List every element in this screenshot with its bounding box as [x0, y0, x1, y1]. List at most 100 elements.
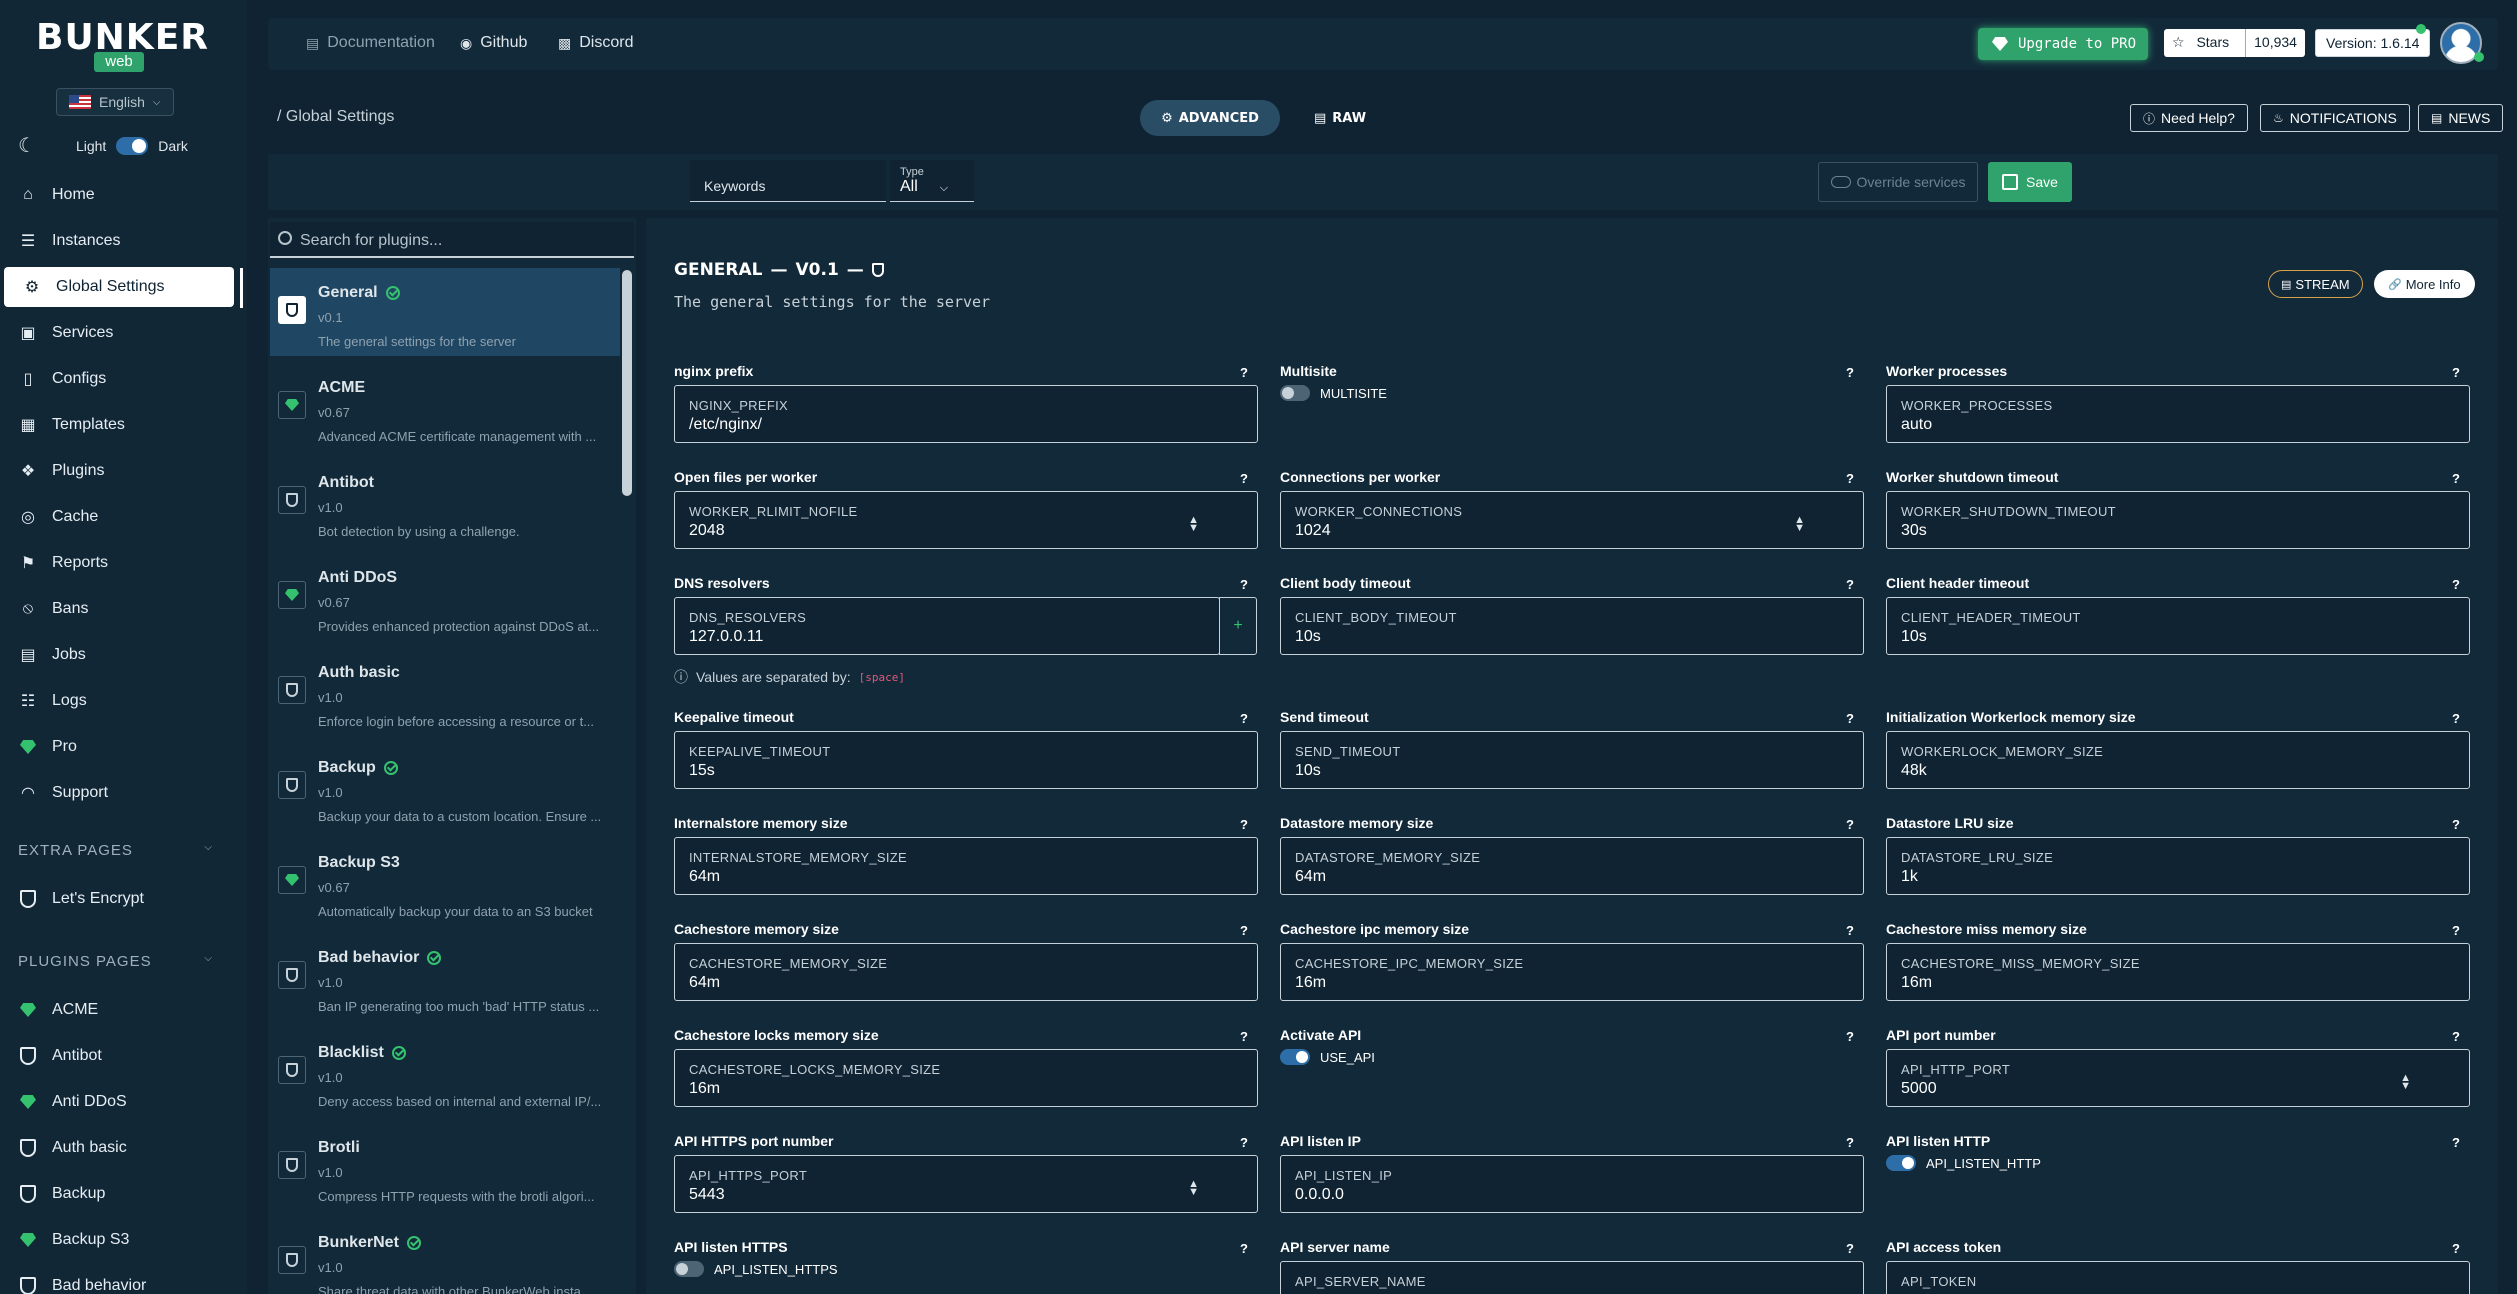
- plugin-list-item[interactable]: Antibot v1.0 Bot detection by using a chal…: [270, 458, 620, 546]
- help-icon[interactable]: ?: [2452, 1029, 2460, 1044]
- sidebar-item-anti-ddos[interactable]: Anti DDoS: [0, 1082, 230, 1122]
- plugins-pages-heading[interactable]: PLUGINS PAGES ⌵: [18, 953, 213, 970]
- datastore-lru-size-input[interactable]: DATASTORE_LRU_SIZE 1k: [1886, 837, 2470, 895]
- help-icon[interactable]: ?: [1240, 1029, 1248, 1044]
- api-listen-https-checkbox[interactable]: API_LISTEN_HTTPS: [674, 1261, 838, 1277]
- sidebar-item-plugins[interactable]: ❖ Plugins: [0, 451, 230, 491]
- help-icon[interactable]: ?: [2452, 471, 2460, 486]
- toggle-switch[interactable]: [1280, 385, 1310, 401]
- upgrade-to-pro-button[interactable]: Upgrade to PRO: [1978, 28, 2148, 60]
- plugin-list-item[interactable]: Backup S3 v0.67 Automatically backup your …: [270, 838, 620, 926]
- help-icon[interactable]: ?: [1240, 711, 1248, 726]
- spinner-icon[interactable]: ▲ ▼: [2400, 1073, 2411, 1092]
- sidebar-item-reports[interactable]: ⚑ Reports: [0, 543, 230, 583]
- worker-rlimit-nofile-input[interactable]: WORKER_RLIMIT_NOFILE 2048 ▲ ▼: [674, 491, 1258, 549]
- toggle-switch[interactable]: [1886, 1155, 1916, 1171]
- api-https-port-input[interactable]: API_HTTPS_PORT 5443 ▲ ▼: [674, 1155, 1258, 1213]
- help-icon[interactable]: ?: [2452, 1135, 2460, 1150]
- version-badge[interactable]: Version: 1.6.14: [2315, 29, 2431, 57]
- help-icon[interactable]: ?: [2452, 365, 2460, 380]
- sidebar-item-bad-behavior[interactable]: Bad behavior: [0, 1266, 230, 1294]
- sidebar-item-logs[interactable]: ☷ Logs: [0, 681, 230, 721]
- add-value-button[interactable]: +: [1219, 597, 1257, 655]
- cachestore-memory-size-input[interactable]: CACHESTORE_MEMORY_SIZE 64m: [674, 943, 1258, 1001]
- github-stars-button[interactable]: ☆ Stars 10,934: [2164, 29, 2305, 57]
- cachestore-ipc-memory-size-input[interactable]: CACHESTORE_IPC_MEMORY_SIZE 16m: [1280, 943, 1864, 1001]
- help-icon[interactable]: ?: [1846, 711, 1854, 726]
- theme-toggle[interactable]: [116, 136, 149, 155]
- sidebar-item-cache[interactable]: ◎ Cache: [0, 497, 230, 537]
- plugin-list-item[interactable]: Auth basic v1.0 Enforce login before acces…: [270, 648, 620, 736]
- dns-resolvers-input[interactable]: DNS_RESOLVERS 127.0.0.11 +: [674, 597, 1257, 655]
- worker-processes-input[interactable]: WORKER_PROCESSES auto: [1886, 385, 2470, 443]
- sidebar-item-backup-s3[interactable]: Backup S3: [0, 1220, 230, 1260]
- help-icon[interactable]: ?: [2452, 1241, 2460, 1256]
- plugin-list-item[interactable]: Anti DDoS v0.67 Provides enhanced protecti…: [270, 553, 620, 641]
- bunkerweb-logo[interactable]: BUNKER web: [36, 18, 208, 72]
- help-icon[interactable]: ?: [1240, 471, 1248, 486]
- spinner-icon[interactable]: ▲ ▼: [1188, 1179, 1199, 1198]
- breadcrumb[interactable]: / Global Settings: [277, 108, 394, 126]
- help-icon[interactable]: ?: [1240, 365, 1248, 380]
- datastore-memory-size-input[interactable]: DATASTORE_MEMORY_SIZE 64m: [1280, 837, 1864, 895]
- advanced-mode-button[interactable]: ⚙ ADVANCED: [1140, 100, 1280, 136]
- api-http-port-input[interactable]: API_HTTP_PORT 5000 ▲ ▼: [1886, 1049, 2470, 1107]
- documentation-link[interactable]: ▤ Documentation: [306, 34, 435, 52]
- worker-connections-input[interactable]: WORKER_CONNECTIONS 1024 ▲ ▼: [1280, 491, 1864, 549]
- sidebar-item-instances[interactable]: ☰ Instances: [0, 221, 230, 261]
- raw-mode-button[interactable]: ▤ RAW: [1300, 100, 1380, 136]
- workerlock-memory-size-input[interactable]: WORKERLOCK_MEMORY_SIZE 48k: [1886, 731, 2470, 789]
- cachestore-miss-memory-size-input[interactable]: CACHESTORE_MISS_MEMORY_SIZE 16m: [1886, 943, 2470, 1001]
- help-icon[interactable]: ?: [1846, 1241, 1854, 1256]
- internalstore-memory-size-input[interactable]: INTERNALSTORE_MEMORY_SIZE 64m: [674, 837, 1258, 895]
- sidebar-item-jobs[interactable]: ▤ Jobs: [0, 635, 230, 675]
- help-icon[interactable]: ?: [1240, 1241, 1248, 1256]
- sidebar-item-antibot[interactable]: Antibot: [0, 1036, 230, 1076]
- stream-badge[interactable]: ▤ STREAM: [2268, 270, 2363, 298]
- help-icon[interactable]: ?: [1846, 923, 1854, 938]
- worker-shutdown-timeout-input[interactable]: WORKER_SHUTDOWN_TIMEOUT 30s: [1886, 491, 2470, 549]
- help-icon[interactable]: ?: [1846, 471, 1854, 486]
- api-server-name-input[interactable]: API_SERVER_NAME: [1280, 1261, 1864, 1294]
- plugin-list-item[interactable]: General v0.1 The general settings for the …: [270, 268, 620, 356]
- send-timeout-input[interactable]: SEND_TIMEOUT 10s: [1280, 731, 1864, 789]
- extra-pages-heading[interactable]: EXTRA PAGES ⌵: [18, 842, 213, 859]
- api-listen-ip-input[interactable]: API_LISTEN_IP 0.0.0.0: [1280, 1155, 1864, 1213]
- help-icon[interactable]: ?: [2452, 923, 2460, 938]
- plugin-list-item[interactable]: ACME v0.67 Advanced ACME certificate manag…: [270, 363, 620, 451]
- cachestore-locks-memory-size-input[interactable]: CACHESTORE_LOCKS_MEMORY_SIZE 16m: [674, 1049, 1258, 1107]
- help-icon[interactable]: ?: [1846, 1029, 1854, 1044]
- spinner-icon[interactable]: ▲ ▼: [1794, 515, 1805, 534]
- plugin-list-item[interactable]: BunkerNet v1.0 Share threat data with othe…: [270, 1218, 620, 1294]
- help-icon[interactable]: ?: [1846, 365, 1854, 380]
- plugin-list-item[interactable]: Bad behavior v1.0 Ban IP generating too mu…: [270, 933, 620, 1021]
- save-button[interactable]: Save: [1988, 162, 2072, 202]
- help-icon[interactable]: ?: [1240, 577, 1248, 592]
- plugin-list-scrollbar[interactable]: [622, 270, 632, 496]
- sidebar-item-templates[interactable]: ▦ Templates: [0, 405, 230, 445]
- sidebar-item-acme[interactable]: ACME: [0, 990, 230, 1030]
- plugin-list-item[interactable]: Brotli v1.0 Compress HTTP requests with th…: [270, 1123, 620, 1211]
- help-icon[interactable]: ?: [2452, 577, 2460, 592]
- help-icon[interactable]: ?: [1240, 817, 1248, 832]
- help-icon[interactable]: ?: [2452, 711, 2460, 726]
- nginx-prefix-input[interactable]: NGINX_PREFIX/etc/nginx/: [674, 385, 1258, 443]
- sidebar-item-auth-basic[interactable]: Auth basic: [0, 1128, 230, 1168]
- github-link[interactable]: ◉ Github: [460, 34, 527, 52]
- sidebar-item-configs[interactable]: ▯ Configs: [0, 359, 230, 399]
- api-listen-http-checkbox[interactable]: API_LISTEN_HTTP: [1886, 1155, 2041, 1171]
- discord-link[interactable]: ▩ Discord: [558, 34, 633, 52]
- news-button[interactable]: ▤ NEWS: [2418, 104, 2504, 132]
- help-icon[interactable]: ?: [1240, 923, 1248, 938]
- spinner-icon[interactable]: ▲ ▼: [1188, 515, 1199, 534]
- need-help-button[interactable]: ⓘ Need Help?: [2130, 104, 2248, 132]
- override-services-toggle[interactable]: Override services: [1818, 162, 1978, 202]
- plugin-list-item[interactable]: Blacklist v1.0 Deny access based on intern…: [270, 1028, 620, 1116]
- help-icon[interactable]: ?: [1846, 817, 1854, 832]
- more-info-button[interactable]: 🔗 More Info: [2374, 270, 2475, 298]
- help-icon[interactable]: ?: [1240, 1135, 1248, 1150]
- api-token-input[interactable]: API_TOKEN: [1886, 1261, 2470, 1294]
- sidebar-item-services[interactable]: ▣ Services: [0, 313, 230, 353]
- sidebar-item-pro[interactable]: Pro: [0, 727, 230, 767]
- plugin-list-item[interactable]: Backup v1.0 Backup your data to a custom l…: [270, 743, 620, 831]
